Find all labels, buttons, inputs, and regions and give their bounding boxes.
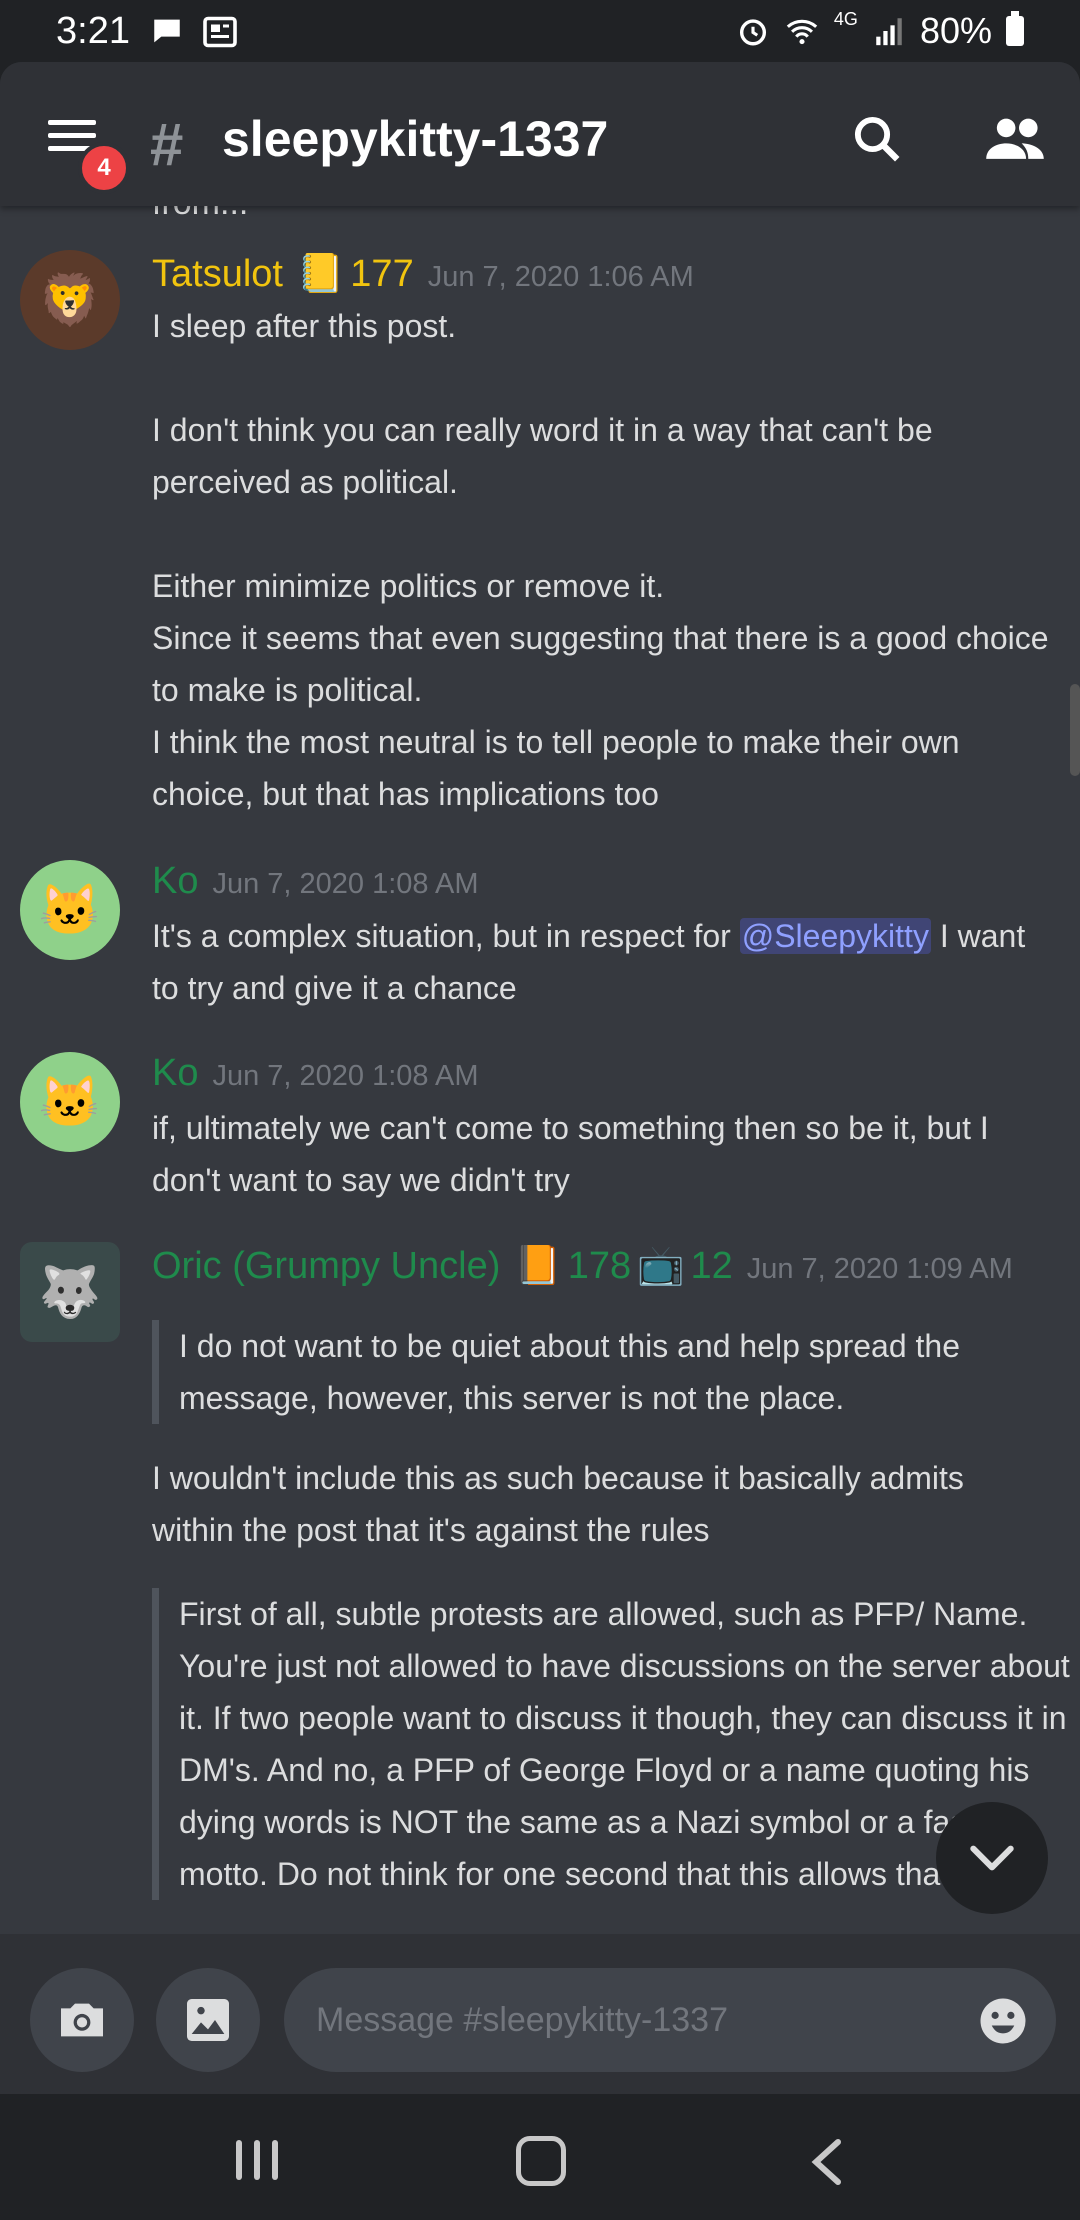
timestamp: Jun 7, 2020 1:09 AM — [746, 1253, 1013, 1285]
badge-count: 177 — [350, 253, 414, 295]
message-line: Either minimize politics or remove it. — [152, 568, 665, 604]
message-input[interactable] — [284, 1968, 1056, 2072]
message-line: I think the most neutral is to tell peop… — [152, 724, 960, 812]
signal-icon — [876, 18, 902, 46]
message-body: I sleep after this post. I don't think y… — [152, 300, 1052, 820]
scrollbar[interactable] — [1070, 684, 1080, 776]
badge-emoji: 📙 — [514, 1245, 562, 1287]
message-line: I don't think you can really word it in … — [152, 412, 933, 500]
back-icon[interactable] — [808, 2138, 848, 2186]
message-line: Since it seems that even suggesting that… — [152, 620, 1049, 708]
battery-level: 80% — [919, 10, 992, 51]
message-text-field[interactable] — [314, 1999, 956, 2041]
avatar[interactable]: 🐱 — [20, 1052, 120, 1152]
battery-icon — [1006, 11, 1024, 46]
channel-header: 4 # sleepykitty-1337 — [0, 62, 1080, 206]
user-mention[interactable]: @Sleepykitty — [739, 918, 931, 954]
text-channel-icon: # — [150, 111, 184, 178]
message-text: if, ultimately we can't come to somethin… — [152, 1110, 989, 1198]
camera-button[interactable] — [30, 1968, 134, 2072]
message-composer — [0, 1934, 1080, 2094]
message-header: Ko Jun 7, 2020 1:08 AM — [152, 860, 479, 903]
notification-badge: 4 — [78, 142, 130, 194]
jump-to-bottom-button[interactable] — [936, 1802, 1048, 1914]
message-body: It's a complex situation, but in respect… — [152, 910, 1052, 1014]
gallery-button[interactable] — [156, 1968, 260, 2072]
badge-emoji: 📒 — [296, 253, 345, 295]
message-header: Tatsulot 📒 177 Jun 7, 2020 1:06 AM — [152, 252, 694, 296]
discord-app: 4 # sleepykitty-1337 from... 🦁 Tatsulot … — [0, 62, 1080, 2094]
message-text: I wouldn't include this as such because … — [152, 1460, 964, 1548]
cut-off-message-text: from... — [152, 206, 248, 223]
author-name[interactable]: Oric (Grumpy Uncle) — [152, 1245, 500, 1288]
message-list[interactable]: from... 🦁 Tatsulot 📒 177 Jun 7, 2020 1:0… — [0, 206, 1080, 1996]
news-notification-icon — [203, 16, 237, 48]
author-name[interactable]: Ko — [152, 860, 198, 903]
network-type: 4G — [833, 8, 858, 29]
wifi-icon — [786, 19, 818, 45]
timestamp: Jun 7, 2020 1:08 AM — [212, 1060, 479, 1092]
search-icon[interactable] — [850, 112, 904, 166]
home-button[interactable] — [516, 2136, 566, 2186]
status-notification-icons — [150, 14, 238, 50]
author-name[interactable]: Tatsulot — [152, 253, 283, 296]
system-navigation-bar — [0, 2094, 1080, 2220]
badge2-count: 12 — [690, 1245, 733, 1287]
image-icon — [187, 1999, 229, 2041]
status-bar: 3:21 4G 80% — [0, 0, 1080, 62]
status-right: 4G 80% — [736, 8, 1024, 52]
block-quote: I do not want to be quiet about this and… — [152, 1320, 1079, 1424]
badge2-emoji: 📺 — [637, 1245, 685, 1287]
alarm-icon — [739, 19, 766, 46]
chat-notification-icon — [154, 19, 180, 43]
recent-apps-button[interactable] — [236, 2140, 278, 2180]
author-name[interactable]: Ko — [152, 1052, 198, 1095]
timestamp: Jun 7, 2020 1:08 AM — [212, 868, 479, 900]
timestamp: Jun 7, 2020 1:06 AM — [427, 261, 694, 293]
message-body: if, ultimately we can't come to somethin… — [152, 1102, 1052, 1206]
avatar[interactable]: 🐱 — [20, 860, 120, 960]
status-time: 3:21 — [56, 10, 130, 52]
avatar[interactable]: 🦁 — [20, 250, 120, 350]
emoji-icon[interactable] — [976, 1994, 1030, 2048]
members-icon[interactable] — [984, 112, 1046, 166]
camera-icon — [61, 2003, 103, 2037]
message-text: It's a complex situation, but in respect… — [152, 918, 740, 954]
message-line: I sleep after this post. — [152, 308, 457, 344]
message-header: Oric (Grumpy Uncle) 📙 178 📺 12 Jun 7, 20… — [152, 1244, 1013, 1288]
chevron-down-icon — [970, 1845, 1014, 1871]
avatar[interactable]: 🐺 — [20, 1242, 120, 1342]
badge-count: 178 — [567, 1245, 632, 1287]
message-header: Ko Jun 7, 2020 1:08 AM — [152, 1052, 479, 1095]
channel-name[interactable]: sleepykitty-1337 — [222, 110, 608, 168]
